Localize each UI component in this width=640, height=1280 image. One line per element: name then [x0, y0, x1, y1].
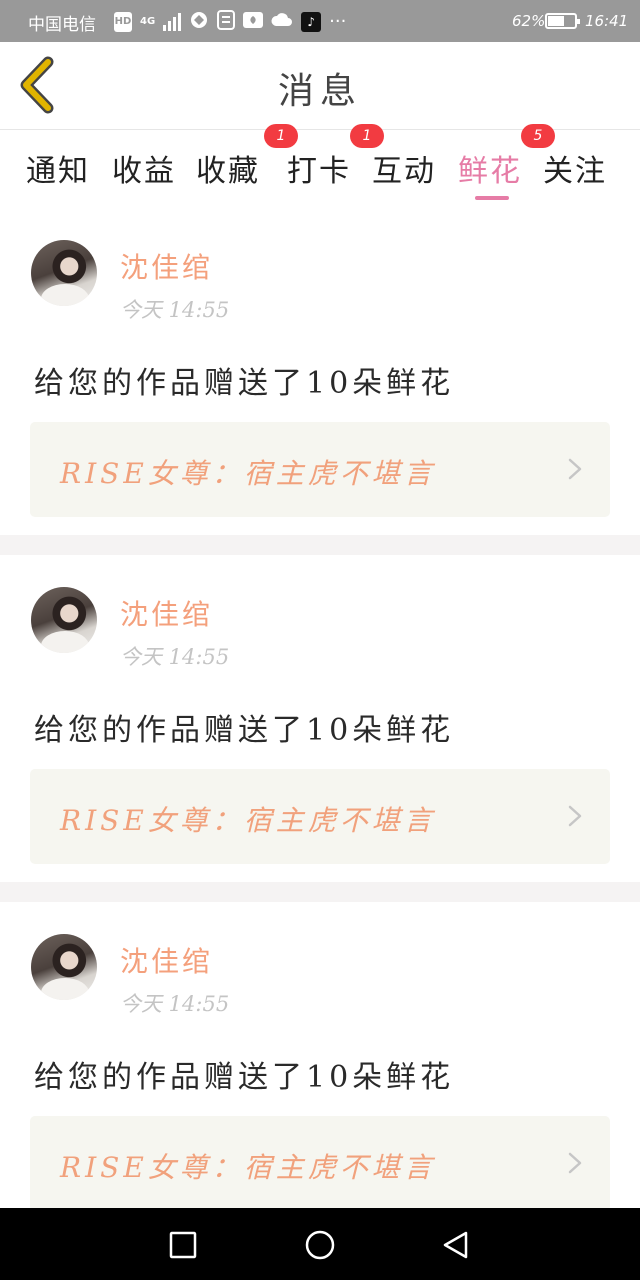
- clock: 16:41: [585, 12, 629, 30]
- status-icons: HD 4G ♪ ···: [114, 10, 346, 34]
- tab-notifications[interactable]: 通知: [26, 146, 90, 190]
- tab-flowers[interactable]: 鲜花: [458, 146, 522, 190]
- avatar[interactable]: [31, 934, 97, 1000]
- work-title: RISE女尊：宿主虎不堪言: [60, 457, 436, 490]
- battery-percent: 62%: [512, 12, 546, 30]
- sender-name[interactable]: 沈佳绾: [120, 593, 213, 633]
- tab-bar: 通知 收益 收藏 打卡 互动 鲜花 关注 1 1 5: [0, 124, 640, 208]
- message-text: 给您的作品赠送了10朵鲜花: [34, 713, 455, 748]
- divider: [0, 882, 640, 902]
- recent-apps-icon[interactable]: [166, 1228, 200, 1262]
- vpn-icon: [189, 10, 209, 34]
- cloud-icon: [271, 10, 293, 34]
- tab-checkin[interactable]: 打卡: [287, 146, 351, 190]
- avatar[interactable]: [31, 587, 97, 653]
- chevron-right-icon: [568, 805, 582, 827]
- chevron-right-icon: [568, 458, 582, 480]
- tab-interactions[interactable]: 互动: [372, 146, 436, 190]
- message-text: 给您的作品赠送了10朵鲜花: [34, 1060, 455, 1095]
- divider: [0, 535, 640, 555]
- work-title: RISE女尊：宿主虎不堪言: [60, 804, 436, 837]
- tiktok-icon: ♪: [301, 12, 322, 32]
- active-tab-indicator: [475, 196, 509, 200]
- flowers-badge: 5: [521, 124, 555, 148]
- status-bar: 中国电信 HD 4G ♪ ··· 62% 16:41: [0, 0, 640, 42]
- signal-icon: [163, 13, 182, 31]
- tab-favorites[interactable]: 收藏: [196, 146, 260, 190]
- message-time: 今天 14:55: [120, 645, 230, 669]
- page-title: 消息: [277, 71, 362, 112]
- interactions-badge: 1: [350, 124, 384, 148]
- huawei-icon: [243, 10, 264, 34]
- carrier-label: 中国电信: [28, 15, 96, 35]
- work-reference-link[interactable]: RISE女尊：宿主虎不堪言: [30, 422, 610, 517]
- avatar[interactable]: [31, 240, 97, 306]
- list-item: 沈佳绾 今天 14:55 给您的作品赠送了10朵鲜花 RISE女尊：宿主虎不堪言: [0, 208, 640, 535]
- list-item: 沈佳绾 今天 14:55 给您的作品赠送了10朵鲜花 RISE女尊：宿主虎不堪言: [0, 902, 640, 1208]
- flower-message-list: 沈佳绾 今天 14:55 给您的作品赠送了10朵鲜花 RISE女尊：宿主虎不堪言…: [0, 208, 640, 1208]
- tab-earnings[interactable]: 收益: [112, 146, 176, 190]
- checkin-badge: 1: [264, 124, 298, 148]
- battery-icon: [545, 13, 580, 29]
- battery-level: [548, 16, 565, 26]
- work-reference-link[interactable]: RISE女尊：宿主虎不堪言: [30, 1116, 610, 1208]
- sender-name[interactable]: 沈佳绾: [120, 940, 213, 980]
- more-dots-icon: ···: [329, 11, 347, 32]
- message-text: 给您的作品赠送了10朵鲜花: [34, 366, 455, 401]
- 4g-icon: 4G: [140, 16, 156, 27]
- message-time: 今天 14:55: [120, 992, 230, 1016]
- list-item: 沈佳绾 今天 14:55 给您的作品赠送了10朵鲜花 RISE女尊：宿主虎不堪言: [0, 555, 640, 882]
- message-time: 今天 14:55: [120, 298, 230, 322]
- sender-name[interactable]: 沈佳绾: [120, 246, 213, 286]
- back-triangle-icon[interactable]: [439, 1228, 473, 1262]
- work-title: RISE女尊：宿主虎不堪言: [60, 1151, 436, 1184]
- home-icon[interactable]: [303, 1228, 337, 1262]
- header: 消息: [0, 42, 640, 130]
- work-reference-link[interactable]: RISE女尊：宿主虎不堪言: [30, 769, 610, 864]
- doc-icon: [217, 10, 236, 34]
- chevron-right-icon: [568, 1152, 582, 1174]
- tab-following[interactable]: 关注: [543, 146, 607, 190]
- hd-icon: HD: [114, 12, 132, 32]
- system-navigation-bar: [0, 1208, 640, 1280]
